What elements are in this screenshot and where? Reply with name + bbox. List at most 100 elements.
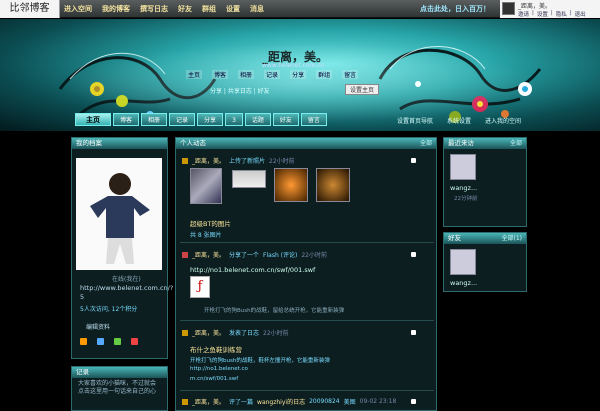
log-icon: [182, 329, 188, 336]
log-desc: 开枪打飞的狗bush的战鞋，鞋杯左撞开枪，它能重新装弹: [190, 358, 330, 364]
tab-friends[interactable]: 好友: [272, 113, 299, 126]
divider: [180, 242, 434, 243]
feed-action: 上传了新照片: [229, 158, 266, 165]
profile-url[interactable]: http://www.belenet.com.cn/?5: [80, 284, 173, 302]
banner-links: 主页 博客 相册 记录 分享 群组 留言: [186, 70, 359, 79]
divider: [180, 390, 434, 391]
feed-user[interactable]: _距离，美。: [192, 156, 225, 165]
visitor-name[interactable]: wangz...: [450, 184, 477, 192]
feed-user[interactable]: _距离，美。: [192, 328, 225, 337]
set-homepage-button[interactable]: 设置主页: [345, 84, 379, 95]
feed-target[interactable]: wangzhiyi的日志: [257, 397, 305, 406]
link-home[interactable]: 主页: [186, 70, 203, 79]
profile-panel-header: 我的档案: [72, 138, 167, 149]
logout-link[interactable]: 退出: [575, 10, 586, 18]
tab-share[interactable]: 分享: [197, 113, 224, 126]
log-title[interactable]: 布什之鱼鞋训练营: [190, 344, 242, 354]
delete-icon[interactable]: [411, 330, 416, 335]
message-icon[interactable]: [114, 338, 121, 345]
visitors-title: 最近来访: [448, 139, 474, 147]
promo-link[interactable]: 点击此处，日入百万！: [420, 4, 490, 14]
flash-icon[interactable]: ƒ: [190, 276, 210, 298]
feed-thumbnail[interactable]: [274, 168, 308, 202]
feed-kind[interactable]: Flash (评论): [263, 250, 297, 259]
feed-action: 发表了日志: [229, 330, 260, 337]
delete-icon[interactable]: [411, 252, 416, 257]
visitors-more-link[interactable]: 全部: [510, 138, 522, 149]
user-links: 邀请 | 设置 | 隐私 | 退出: [518, 10, 586, 18]
blog-page: 比邻博客 进入空间 我的博客 撰写日志 好友 群组 设置 消息 点击此处，日入百…: [0, 0, 600, 411]
feed-user[interactable]: _距离，美。: [192, 250, 225, 259]
tab-count[interactable]: 3: [225, 113, 243, 126]
link-share[interactable]: 分享: [290, 70, 307, 79]
feed-user[interactable]: _距离，美。: [192, 397, 225, 406]
feed-thumbnail[interactable]: [232, 170, 266, 188]
comment-icon: [182, 398, 188, 405]
tab-blog[interactable]: 博客: [113, 113, 140, 126]
feed-thumbnail[interactable]: [316, 168, 350, 202]
delete-icon[interactable]: [411, 399, 416, 404]
link-guestbook[interactable]: 留言: [342, 70, 359, 79]
activity-panel: 个人动态 全部 _距离，美。 上传了新照片 22小时前 超级BT的图片 共 8 …: [175, 137, 437, 411]
profile-stats: 5人次访问, 12个积分: [80, 306, 138, 313]
user-name[interactable]: _距离，美。: [518, 1, 551, 10]
feed-time: 22小时前: [263, 330, 289, 337]
feed-action: 分享了一个: [229, 252, 260, 259]
activity-title: 个人动态: [180, 139, 206, 147]
banner-right-links: 设置首页导航 系统设置 进入我的空间: [397, 116, 521, 125]
user-box: _距离，美。 邀请 | 设置 | 隐私 | 退出: [500, 0, 600, 18]
activity-more-link[interactable]: 全部: [420, 138, 432, 149]
mail-icon[interactable]: [97, 338, 104, 345]
friend-name[interactable]: wangz...: [450, 279, 477, 287]
tab-album[interactable]: 相册: [141, 113, 168, 126]
visitors-panel-header: 最近来访 全部: [444, 138, 526, 149]
share-icon: [182, 251, 188, 258]
tab-home[interactable]: 主页: [75, 113, 111, 126]
profile-panel: 我的档案 在线(我在) http://www.belenet.com.cn/?5…: [71, 137, 173, 359]
divider: [180, 320, 434, 321]
nav-settings[interactable]: 设置: [226, 4, 240, 14]
avatar[interactable]: [502, 2, 515, 15]
settings-link[interactable]: 设置: [537, 10, 548, 18]
nav-my-blog[interactable]: 我的博客: [102, 4, 130, 14]
set-nav-link[interactable]: 设置首页导航: [397, 116, 433, 125]
feed-action: 评了一篇: [229, 399, 254, 406]
tab-guestbook[interactable]: 留言: [300, 113, 327, 126]
log-url-cont[interactable]: m.cn/swf/001.swf: [190, 376, 238, 382]
rss-icon[interactable]: [80, 338, 87, 345]
nav-write-log[interactable]: 撰写日志: [140, 4, 168, 14]
privacy-link[interactable]: 隐私: [556, 10, 567, 18]
invite-link[interactable]: 邀请: [518, 10, 529, 18]
feed-thumbnail[interactable]: [190, 168, 222, 204]
feed-title[interactable]: 超级BT的图片: [190, 218, 231, 228]
site-logo[interactable]: 比邻博客: [0, 0, 60, 18]
link-blog[interactable]: 博客: [212, 70, 229, 79]
record-item[interactable]: 大家喜欢的小猫咪，不过就会: [78, 380, 166, 388]
tab-topics[interactable]: 话题: [244, 113, 271, 126]
nav-space[interactable]: 进入空间: [64, 4, 92, 14]
site-subtitle: www.belenet.com.cn: [262, 62, 325, 69]
gift-icon[interactable]: [131, 338, 138, 345]
delete-icon[interactable]: [411, 158, 416, 163]
link-album[interactable]: 相册: [238, 70, 255, 79]
record-item[interactable]: 点击这里用一句话来自己的心: [78, 388, 166, 396]
visitor-avatar[interactable]: [450, 154, 476, 180]
link-groups[interactable]: 群组: [316, 70, 333, 79]
nav-messages[interactable]: 消息: [250, 4, 264, 14]
edit-profile-link[interactable]: 编辑资料: [86, 322, 110, 331]
profile-photo[interactable]: [76, 158, 162, 270]
log-url[interactable]: http://no1.belenet.co: [190, 366, 248, 372]
system-settings-link[interactable]: 系统设置: [447, 116, 471, 125]
nav-friends[interactable]: 好友: [178, 4, 192, 14]
share-url[interactable]: http://no1.belenet.com.cn/swf/001.swf: [190, 266, 315, 274]
friend-avatar[interactable]: [450, 249, 476, 275]
link-records[interactable]: 记录: [264, 70, 281, 79]
friends-panel-header: 好友 全部(1): [444, 233, 526, 244]
tab-records[interactable]: 记录: [169, 113, 196, 126]
main-tabs: 主页 博客 相册 记录 分享 3 话题 好友 留言: [75, 113, 327, 126]
share-desc: 开枪打飞的狗Bush的战鞋，留给总统开枪，它能重新装弹: [204, 308, 345, 314]
friends-more-link[interactable]: 全部(1): [502, 233, 523, 244]
nav-groups[interactable]: 群组: [202, 4, 216, 14]
enter-space-link[interactable]: 进入我的空间: [485, 116, 521, 125]
visitor-time: 22分钟前: [454, 196, 478, 202]
